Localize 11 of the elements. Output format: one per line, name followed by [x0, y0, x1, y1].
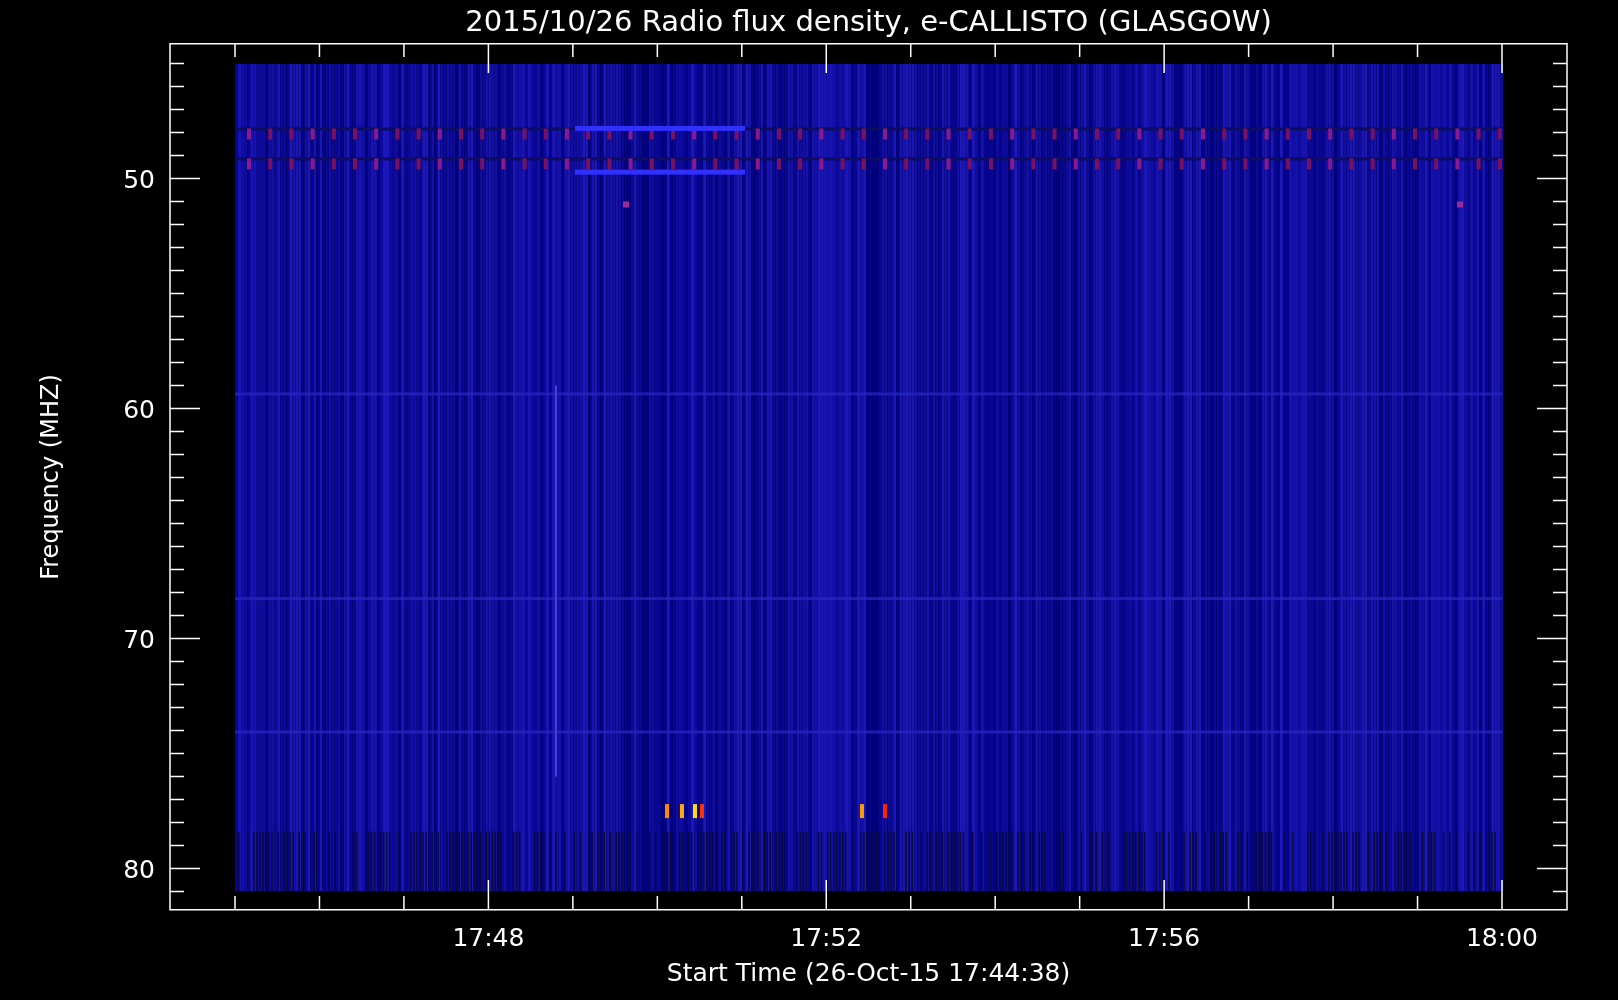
x-tick-label: 17:52 [790, 923, 863, 952]
y-tick-label: 70 [123, 624, 155, 654]
chart-title: 2015/10/26 Radio flux density, e-CALLISTO (GLASGOW) [464, 3, 1273, 40]
x-tick-label: 17:56 [1128, 923, 1201, 952]
y-tick-label: 50 [123, 164, 155, 194]
x-tick-label: 18:00 [1466, 923, 1538, 952]
y-tick-label: 60 [123, 394, 155, 424]
x-axis-label: Start Time (26-Oct-15 17:44:38) [665, 960, 1072, 989]
x-tick-label: 17:48 [452, 923, 525, 952]
y-axis-label: Frequency (MHZ) [36, 373, 64, 580]
y-tick-label: 80 [123, 854, 155, 884]
